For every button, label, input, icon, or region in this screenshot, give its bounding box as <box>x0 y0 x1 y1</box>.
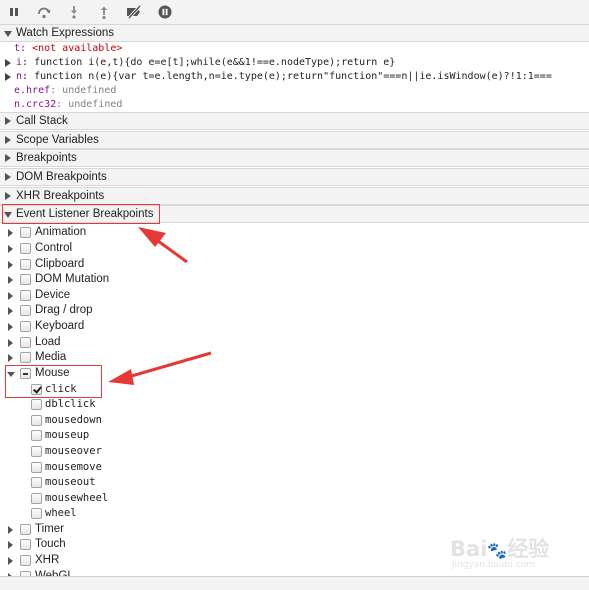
watermark-url: jingyan.baidu.com <box>452 560 536 570</box>
arrow-icon <box>138 227 188 264</box>
watermark-logo: Bai🐾经验 <box>450 537 550 561</box>
annotation-arrows <box>108 227 212 385</box>
arrow-icon <box>108 351 212 385</box>
